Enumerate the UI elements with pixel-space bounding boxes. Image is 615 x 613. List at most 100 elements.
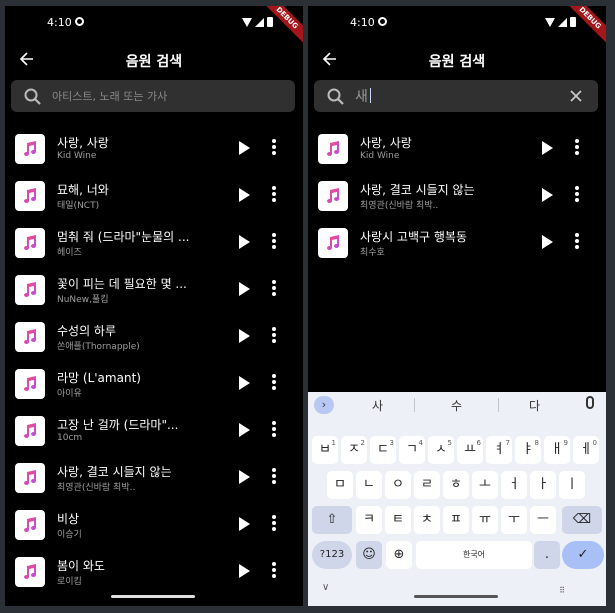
key[interactable]: ㅜ bbox=[501, 506, 527, 534]
list-item[interactable]: 사랑, 결코 시들지 않는 최영관(신바람 최박.. bbox=[308, 173, 606, 220]
chevron-right-icon[interactable]: › bbox=[314, 396, 334, 414]
play-icon[interactable] bbox=[239, 517, 250, 531]
key[interactable]: ㄷ3 bbox=[370, 436, 396, 464]
more-vert-icon[interactable] bbox=[267, 468, 281, 486]
emoji-key[interactable]: ☺ bbox=[356, 541, 382, 569]
search-field[interactable]: 새 bbox=[314, 80, 598, 112]
key[interactable]: ㄱ4 bbox=[399, 436, 425, 464]
key[interactable]: ㅋ bbox=[356, 506, 382, 534]
list-item[interactable]: 묘해, 너와 태일(NCT) bbox=[5, 173, 303, 220]
song-artist: 최영관(신바람 최박.. bbox=[57, 483, 136, 493]
key[interactable]: ㅊ bbox=[414, 506, 440, 534]
key[interactable]: ㅠ bbox=[472, 506, 498, 534]
play-icon[interactable] bbox=[239, 564, 250, 578]
suggestion-3[interactable]: 다 bbox=[529, 397, 540, 414]
key[interactable]: ㅍ bbox=[443, 506, 469, 534]
key[interactable]: ㄹ bbox=[414, 471, 440, 499]
list-item[interactable]: 라망 (L'amant) 아이유 bbox=[5, 361, 303, 408]
clear-icon[interactable] bbox=[568, 88, 584, 104]
play-icon[interactable] bbox=[239, 235, 250, 249]
more-vert-icon[interactable] bbox=[267, 139, 281, 157]
shift-key[interactable]: ⇧ bbox=[312, 506, 352, 534]
play-icon[interactable] bbox=[239, 141, 250, 155]
key-label: ㅔ bbox=[580, 442, 592, 457]
album-art bbox=[15, 416, 45, 446]
more-vert-icon[interactable] bbox=[267, 233, 281, 251]
list-item[interactable]: 사랑시 고백구 행복동 최수호 bbox=[308, 220, 606, 267]
key[interactable]: ㅗ bbox=[472, 471, 498, 499]
music-note-icon bbox=[327, 188, 339, 203]
play-icon[interactable] bbox=[239, 376, 250, 390]
key[interactable]: ㅑ8 bbox=[515, 436, 541, 464]
key[interactable]: ㅈ2 bbox=[341, 436, 367, 464]
song-title: 비상 bbox=[57, 512, 80, 526]
symbols-key[interactable]: ?123 bbox=[312, 541, 352, 569]
backspace-key[interactable]: ⌫ bbox=[562, 506, 602, 534]
globe-key[interactable]: ⊕ bbox=[386, 541, 412, 569]
keyboard-grid-icon[interactable]: ⠿ bbox=[559, 586, 566, 595]
list-item[interactable]: 꽃이 피는 데 필요한 몇 ... NuNew,풀킴 bbox=[5, 267, 303, 314]
key[interactable]: ㅐ9 bbox=[544, 436, 570, 464]
key[interactable]: ㄴ bbox=[356, 471, 382, 499]
text-cursor bbox=[369, 88, 371, 103]
key[interactable]: ㅂ1 bbox=[312, 436, 338, 464]
keyboard-nav-bar: ∨ ⠿ bbox=[308, 578, 606, 606]
play-icon[interactable] bbox=[239, 282, 250, 296]
play-icon[interactable] bbox=[239, 470, 250, 484]
play-icon[interactable] bbox=[239, 188, 250, 202]
key[interactable]: ㅇ bbox=[385, 471, 411, 499]
list-item[interactable]: 사랑, 사랑 Kid Wine bbox=[308, 126, 606, 173]
key[interactable]: ㅛ6 bbox=[457, 436, 483, 464]
play-icon[interactable] bbox=[542, 141, 553, 155]
list-item[interactable]: 비상 이승기 bbox=[5, 502, 303, 549]
search-field[interactable]: 아티스트, 노래 또는 가사 bbox=[11, 80, 295, 112]
right-phone-screen: 4:10 DEBUG 음원 검색 새 사랑, 사랑 Kid Wine 사랑, 결코 … bbox=[308, 6, 606, 606]
key-row-4: ?123 ☺ ⊕ 한국어 . ✓ bbox=[308, 541, 606, 569]
more-vert-icon[interactable] bbox=[570, 233, 584, 251]
more-vert-icon[interactable] bbox=[267, 280, 281, 298]
list-item[interactable]: 봄이 와도 로이킴 bbox=[5, 549, 303, 596]
more-vert-icon[interactable] bbox=[570, 186, 584, 204]
key[interactable]: ㅅ5 bbox=[428, 436, 454, 464]
key[interactable]: ㅕ7 bbox=[486, 436, 512, 464]
list-item[interactable]: 사랑, 결코 시들지 않는 최영관(신바람 최박.. bbox=[5, 455, 303, 502]
more-vert-icon[interactable] bbox=[267, 186, 281, 204]
key[interactable]: ㅌ bbox=[385, 506, 411, 534]
key[interactable]: ㅣ bbox=[559, 471, 585, 499]
signal-icon bbox=[558, 17, 567, 27]
music-note-icon bbox=[24, 235, 36, 250]
microphone-icon[interactable] bbox=[586, 396, 594, 409]
key[interactable]: ㅡ bbox=[530, 506, 556, 534]
list-item[interactable]: 사랑, 사랑 Kid Wine bbox=[5, 126, 303, 173]
hide-keyboard-icon[interactable]: ∨ bbox=[322, 582, 329, 593]
more-vert-icon[interactable] bbox=[267, 562, 281, 580]
suggestion-1[interactable]: 사 bbox=[372, 397, 383, 414]
period-key[interactable]: . bbox=[534, 541, 560, 569]
more-vert-icon[interactable] bbox=[267, 515, 281, 533]
key[interactable]: ㅏ bbox=[530, 471, 556, 499]
suggestion-2[interactable]: 수 bbox=[451, 397, 462, 414]
key[interactable]: ㅓ bbox=[501, 471, 527, 499]
more-vert-icon[interactable] bbox=[267, 374, 281, 392]
battery-icon bbox=[267, 17, 273, 27]
more-vert-icon[interactable] bbox=[267, 327, 281, 345]
play-icon[interactable] bbox=[542, 188, 553, 202]
music-note-icon bbox=[24, 517, 36, 532]
music-note-icon bbox=[24, 470, 36, 485]
more-vert-icon[interactable] bbox=[267, 421, 281, 439]
space-key[interactable]: 한국어 bbox=[416, 541, 532, 569]
more-vert-icon[interactable] bbox=[570, 139, 584, 157]
home-indicator bbox=[414, 595, 498, 598]
key[interactable]: ㅔ0 bbox=[573, 436, 599, 464]
enter-key[interactable]: ✓ bbox=[562, 541, 604, 569]
key[interactable]: ㅎ bbox=[443, 471, 469, 499]
play-icon[interactable] bbox=[239, 329, 250, 343]
key[interactable]: ㅁ bbox=[327, 471, 353, 499]
list-item[interactable]: 멈춰 줘 (드라마"눈물의 ... 헤이즈 bbox=[5, 220, 303, 267]
play-icon[interactable] bbox=[542, 235, 553, 249]
result-list: 사랑, 사랑 Kid Wine 사랑, 결코 시들지 않는 최영관(신바람 최박.. 사… bbox=[308, 126, 606, 267]
play-icon[interactable] bbox=[239, 423, 250, 437]
list-item[interactable]: 고장 난 걸까 (드라마"... 10cm bbox=[5, 408, 303, 455]
battery-icon bbox=[570, 17, 576, 27]
list-item[interactable]: 수성의 하루 쏜애플(Thornapple) bbox=[5, 314, 303, 361]
